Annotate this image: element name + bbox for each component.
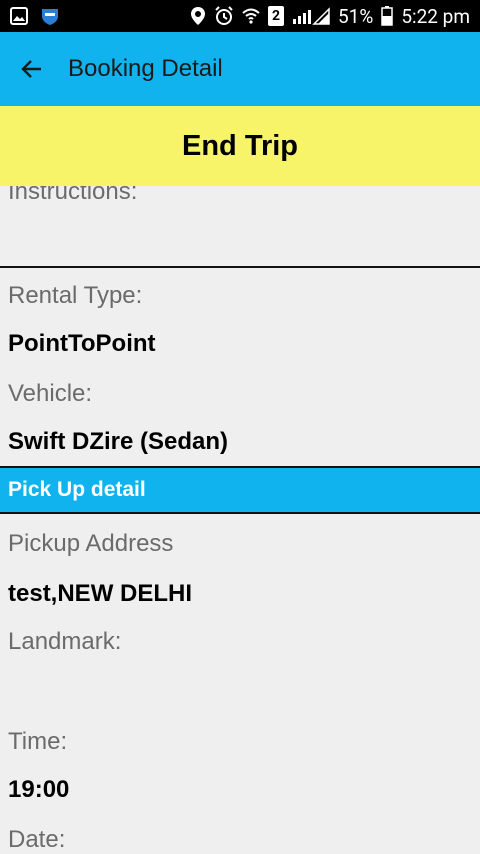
gallery-notification-icon [10, 7, 28, 25]
end-trip-button[interactable]: End Trip [0, 106, 480, 186]
instructions-label: Instructions: [8, 186, 138, 205]
app-bar: Booking Detail [0, 32, 480, 106]
landmark-label: Landmark: [8, 628, 122, 655]
signal-strength-icon [292, 7, 330, 25]
battery-percent: 51% [338, 4, 374, 28]
status-bar: 2 51% 5:22 pm [0, 0, 480, 32]
vehicle-label: Vehicle: [8, 380, 93, 407]
rental-type-value: PointToPoint [8, 330, 156, 357]
pickup-address-label: Pickup Address [8, 530, 174, 557]
end-trip-label: End Trip [182, 129, 298, 162]
battery-icon [381, 6, 394, 26]
clock-time: 5:22 pm [401, 4, 470, 28]
wifi-icon [242, 7, 260, 25]
back-button[interactable] [0, 32, 64, 106]
time-label: Time: [8, 728, 68, 755]
arrow-back-icon [21, 60, 41, 78]
vehicle-value: Swift DZire (Sedan) [8, 428, 229, 455]
location-icon [190, 6, 206, 26]
pickup-address-value: test,NEW DELHI [8, 580, 193, 607]
app-badge-icon [40, 6, 60, 26]
booking-detail-scroll[interactable]: Instructions: Rental Type: PointToPoint … [0, 186, 480, 854]
rental-type-label: Rental Type: [8, 282, 143, 309]
sim-slot-icon: 2 [268, 6, 285, 26]
date-label: Date: [8, 826, 66, 853]
pickup-section-header: Pick Up detail [0, 466, 480, 514]
pickup-section-title: Pick Up detail [8, 478, 146, 501]
page-title: Booking Detail [68, 55, 223, 82]
time-value: 19:00 [8, 776, 70, 803]
alarm-icon [214, 6, 234, 26]
divider [0, 266, 480, 268]
